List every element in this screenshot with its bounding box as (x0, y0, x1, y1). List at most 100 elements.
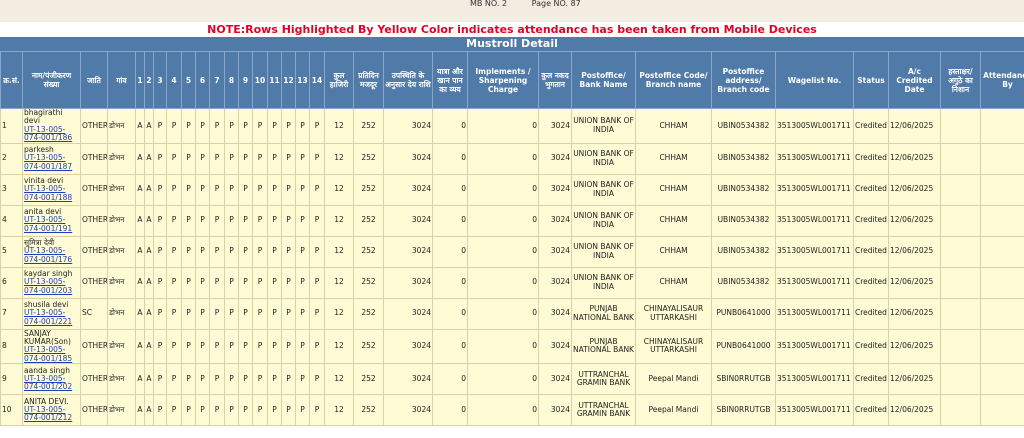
attendance-day-5: P (181, 328, 196, 365)
column-header: 8 (224, 51, 239, 109)
daily-wage: 252 (353, 394, 384, 427)
travel-food-expense: 0 (432, 266, 468, 299)
branch-name: CHHAM (635, 266, 712, 299)
daily-wage: 252 (353, 235, 384, 268)
caste: OTHER (80, 394, 108, 427)
village: डोभन (107, 297, 136, 330)
attendance-day-9: P (238, 235, 253, 268)
attendance-day-12: P (281, 297, 296, 330)
table-row: 9 aanda singh UT-13-005-074-001/202 OTHER डो… (0, 363, 1024, 396)
bank-name: UNION BANK OF INDIA (571, 108, 636, 144)
attendance-day-5: P (181, 297, 196, 330)
attendance-day-14: P (309, 266, 325, 299)
attendance-day-10: P (252, 328, 268, 365)
attendance-day-10: P (252, 297, 268, 330)
attendance-day-9: P (238, 297, 253, 330)
attendance-day-13: P (295, 142, 310, 175)
registration-link[interactable]: UT-13-005-074-001/176 (24, 247, 79, 264)
attendance-day-5: P (181, 108, 196, 144)
credited-date: 12/06/2025 (888, 173, 941, 206)
branch-code: PUNB0641000 (711, 297, 776, 330)
attendance-day-1: A (135, 363, 145, 396)
column-header: 7 (209, 51, 225, 109)
column-header: Postoffice Code/ Branch name (635, 51, 712, 109)
attendance-day-1: A (135, 204, 145, 237)
caste: OTHER (80, 363, 108, 396)
attendance-day-2: A (144, 363, 154, 396)
registration-link[interactable]: UT-13-005-074-001/186 (24, 125, 79, 142)
registration-link[interactable]: UT-13-005-074-001/188 (24, 185, 79, 202)
registration-link[interactable]: UT-13-005-074-001/203 (24, 278, 79, 295)
bank-name: UTTRANCHAL GRAMIN BANK (571, 363, 636, 396)
implements-charge: 0 (467, 297, 539, 330)
implements-charge: 0 (467, 394, 539, 427)
attendance-day-12: P (281, 108, 296, 144)
wagelist-number: 3513005WL001711 (775, 363, 854, 396)
registration-link[interactable]: UT-13-005-074-001/185 (24, 346, 79, 363)
status: Credited (853, 108, 889, 144)
column-header: कुल हाजिरी (324, 51, 354, 109)
registration-link[interactable]: UT-13-005-074-001/191 (24, 216, 79, 233)
attendance-day-8: P (224, 297, 239, 330)
credited-date: 12/06/2025 (888, 266, 941, 299)
attendance-day-5: P (181, 394, 196, 427)
travel-food-expense: 0 (432, 108, 468, 144)
attendance-day-8: P (224, 328, 239, 365)
attendance-day-3: P (153, 108, 167, 144)
travel-food-expense: 0 (432, 328, 468, 365)
attendance-day-12: P (281, 204, 296, 237)
attendance-day-8: P (224, 142, 239, 175)
branch-name: CHHAM (635, 142, 712, 175)
registration-link[interactable]: UT-13-005-074-001/187 (24, 154, 79, 171)
column-header: 3 (153, 51, 167, 109)
column-header: 11 (267, 51, 282, 109)
attendance-day-14: P (309, 204, 325, 237)
attendance-day-2: A (144, 328, 154, 365)
branch-code: UBIN0534382 (711, 173, 776, 206)
attendance-day-12: P (281, 235, 296, 268)
worker-name: SANJAY KUMAR(Son) (24, 329, 71, 347)
attendance-day-13: P (295, 266, 310, 299)
attendance-day-14: P (309, 108, 325, 144)
attendance-day-5: P (181, 235, 196, 268)
serial-number: 7 (0, 297, 23, 330)
registration-link[interactable]: UT-13-005-074-001/202 (24, 374, 79, 392)
status: Credited (853, 328, 889, 365)
column-header: 9 (238, 51, 253, 109)
table-row: 3 vinita devi UT-13-005-074-001/188 OTHER डो… (0, 173, 1024, 206)
attendance-day-12: P (281, 394, 296, 427)
column-header: 5 (181, 51, 196, 109)
column-header: Status (853, 51, 889, 109)
attendance-day-9: P (238, 266, 253, 299)
attendance-day-12: P (281, 142, 296, 175)
attendance-day-6: P (195, 108, 210, 144)
serial-number: 1 (0, 108, 23, 144)
implements-charge: 0 (467, 142, 539, 175)
worker-cell: kaydar singh UT-13-005-074-001/203 (22, 266, 81, 299)
attendance-day-11: P (267, 142, 282, 175)
attendance-day-13: P (295, 363, 310, 396)
attendance-day-10: P (252, 108, 268, 144)
attendance-day-7: P (209, 204, 225, 237)
total-cash-payment: 3024 (538, 394, 572, 427)
attendance-day-7: P (209, 173, 225, 206)
table-row: 5 सुमित्रा देवी UT-13-005-074-001/176 OTHER… (0, 235, 1024, 268)
table-row: 7 shusila devi UT-13-005-074-001/221 SC डोभन… (0, 297, 1024, 330)
attendance-day-14: P (309, 297, 325, 330)
attendance-day-6: P (195, 363, 210, 396)
column-header: जाति (80, 51, 108, 109)
caste: OTHER (80, 108, 108, 144)
table-row: 6 kaydar singh UT-13-005-074-001/203 OTHER ड… (0, 266, 1024, 299)
daily-wage: 252 (353, 328, 384, 365)
attendance-day-11: P (267, 266, 282, 299)
attendance-day-3: P (153, 235, 167, 268)
attendance-day-14: P (309, 142, 325, 175)
signature-cell (940, 108, 981, 144)
registration-link[interactable]: UT-13-005-074-001/212 (24, 405, 79, 423)
total-attendance: 12 (324, 173, 354, 206)
attendance-day-13: P (295, 204, 310, 237)
village: डोभन (107, 363, 136, 396)
attendance-day-10: P (252, 235, 268, 268)
credited-date: 12/06/2025 (888, 108, 941, 144)
registration-link[interactable]: UT-13-005-074-001/221 (24, 309, 79, 326)
